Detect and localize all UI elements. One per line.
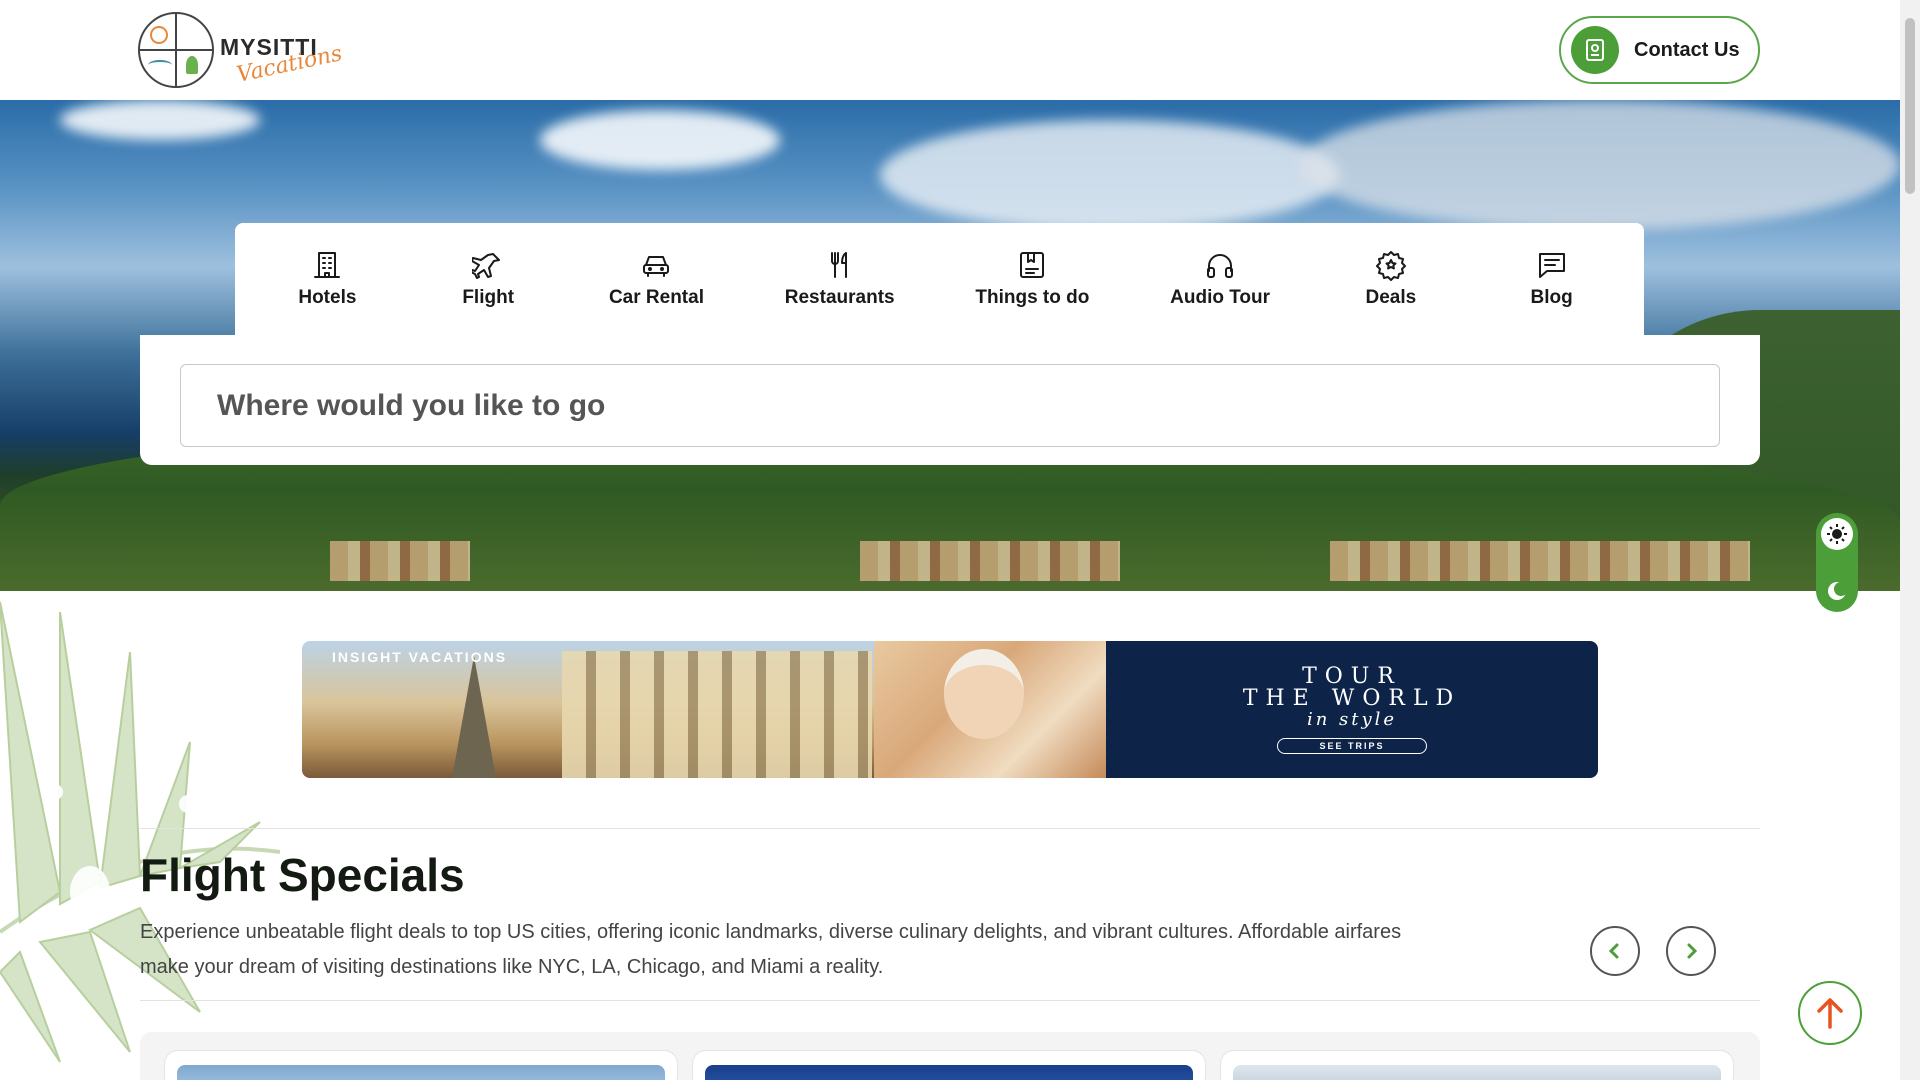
theme-toggle	[1816, 513, 1858, 612]
chat-text-icon	[1538, 253, 1565, 278]
destination-search-input[interactable]	[180, 364, 1720, 447]
flight-card-image	[1233, 1065, 1721, 1080]
section-divider-top	[140, 828, 1760, 829]
chevron-right-icon	[1687, 943, 1698, 959]
logo-text: MYSITTI Vacations	[220, 20, 344, 88]
search-panel	[140, 335, 1760, 465]
ad-headline-1: TOUR	[1302, 663, 1402, 689]
flight-card-image	[177, 1065, 665, 1080]
carousel-next-button[interactable]	[1666, 926, 1716, 976]
section-title: Flight Specials	[140, 849, 465, 901]
moon-icon[interactable]	[1821, 575, 1853, 607]
logo-emblem	[138, 12, 214, 88]
chevron-left-icon	[1608, 943, 1619, 959]
section-divider-bottom	[140, 1000, 1760, 1001]
tab-things-to-do[interactable]: Things to do	[975, 249, 1089, 309]
ad-headline-2: THE WORLD	[1242, 685, 1462, 711]
plane-icon	[472, 253, 501, 279]
arrow-up-icon	[1817, 998, 1843, 1029]
badge-star-icon	[1375, 251, 1406, 281]
ad-photo-paris: INSIGHT VACATIONS	[302, 641, 874, 778]
flight-card[interactable]	[692, 1050, 1206, 1080]
sun-icon[interactable]	[1821, 518, 1853, 550]
contact-card-icon	[1571, 26, 1619, 74]
tab-restaurants[interactable]: Restaurants	[785, 249, 895, 309]
ad-headline-3: in style	[1306, 708, 1398, 730]
tab-flight[interactable]: Flight	[448, 249, 528, 309]
palm-leaf-decoration	[0, 601, 281, 1063]
bookmark-list-icon	[1020, 252, 1045, 278]
page-scrollbar[interactable]	[1900, 0, 1920, 1080]
scroll-to-top-button[interactable]	[1798, 981, 1862, 1045]
tab-audio-tour[interactable]: Audio Tour	[1170, 249, 1270, 309]
flight-card[interactable]	[164, 1050, 678, 1080]
category-tabs: Hotels Flight Car Rental Restaurants Thi…	[235, 223, 1644, 335]
tab-blog[interactable]: Blog	[1512, 249, 1592, 309]
contact-us-label: Contact Us	[1634, 38, 1740, 61]
tab-label: Blog	[1530, 287, 1573, 308]
scrollbar-thumb[interactable]	[1905, 18, 1915, 194]
tab-label: Things to do	[975, 287, 1090, 308]
advertisement-banner[interactable]: INSIGHT VACATIONS TOUR THE WORLD in styl…	[302, 641, 1598, 778]
building-icon	[314, 252, 341, 278]
tab-car-rental[interactable]: Car Rental	[609, 249, 704, 309]
contact-us-button[interactable]: Contact Us	[1559, 16, 1760, 84]
tab-label: Restaurants	[784, 287, 895, 308]
ad-see-trips-button[interactable]: SEE TRIPS	[1277, 737, 1427, 754]
carousel-prev-button[interactable]	[1590, 926, 1640, 976]
ad-photo-toast	[874, 641, 1106, 778]
ad-text-panel: TOUR THE WORLD in style SEE TRIPS	[1106, 641, 1598, 778]
fork-knife-icon	[830, 252, 847, 278]
tab-label: Deals	[1365, 287, 1417, 308]
tab-label: Flight	[462, 287, 515, 308]
headphones-icon	[1207, 254, 1234, 278]
tab-deals[interactable]: Deals	[1351, 249, 1431, 309]
tab-hotels[interactable]: Hotels	[287, 249, 367, 309]
ad-brand: INSIGHT VACATIONS	[332, 649, 508, 665]
car-icon	[643, 256, 670, 277]
site-logo[interactable]: MYSITTI Vacations	[138, 12, 344, 88]
section-description: Experience unbeatable flight deals to to…	[140, 921, 1402, 978]
tab-label: Audio Tour	[1170, 287, 1271, 308]
tab-label: Car Rental	[608, 287, 704, 308]
flight-card[interactable]	[1220, 1050, 1734, 1080]
flight-card-image	[705, 1065, 1193, 1080]
site-header: MYSITTI Vacations Contact Us	[0, 0, 1900, 100]
tab-label: Hotels	[298, 287, 357, 308]
